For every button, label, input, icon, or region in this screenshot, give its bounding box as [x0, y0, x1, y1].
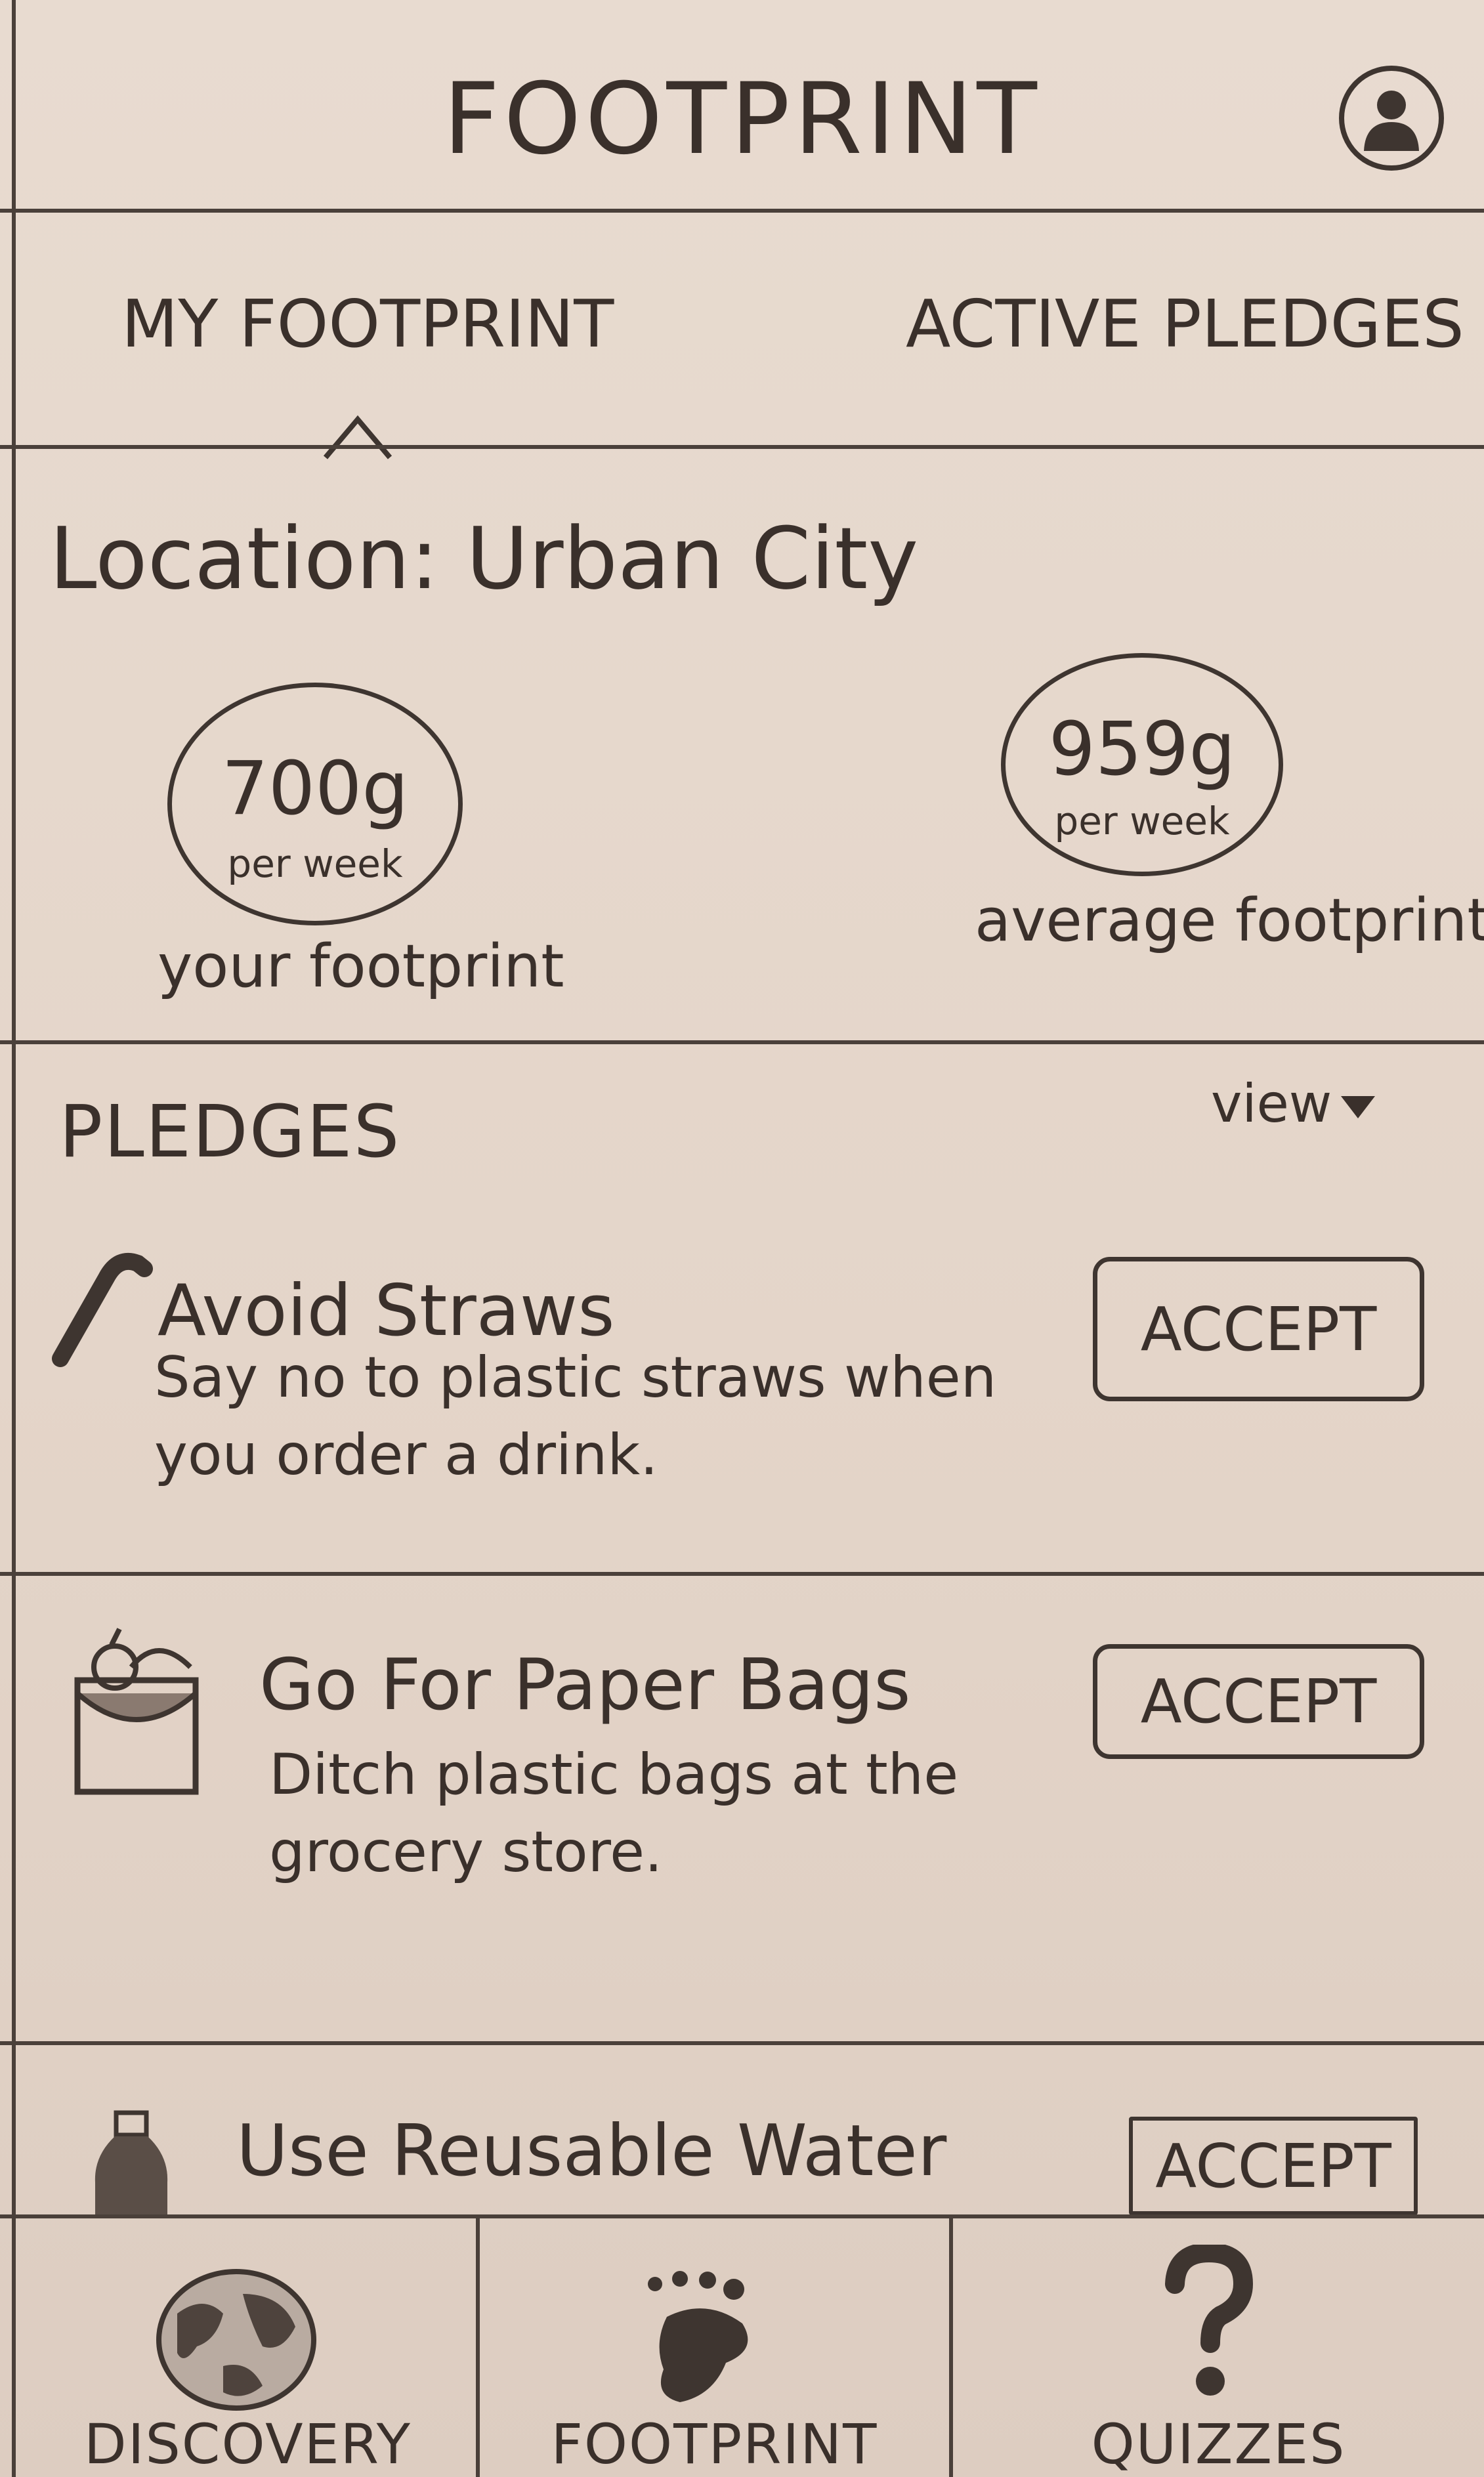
- straw-icon: [52, 1252, 153, 1367]
- active-tab-indicator-icon: [323, 415, 392, 459]
- pledges-heading: PLEDGES: [59, 1090, 401, 1174]
- accept-pledge-button[interactable]: ACCEPT: [1093, 1257, 1424, 1401]
- tabs-divider: [0, 445, 1484, 449]
- footprint-icon: [648, 2271, 748, 2402]
- pledge-title: Go For Paper Bags: [259, 1644, 911, 1726]
- pledge-title: Use Reusable Water: [236, 2110, 947, 2192]
- nav-label: FOOTPRINT: [551, 2412, 878, 2476]
- average-footprint-unit: per week: [1054, 799, 1230, 843]
- app-screen: FOOTPRINT MY FOOTPRINT ACTIVE PLEDGES Lo…: [0, 0, 1484, 2477]
- pledge-description: Say no to plastic straws when you order …: [154, 1345, 997, 1488]
- frame-border: [12, 0, 16, 2477]
- bottom-nav: DISCOVERY FOOTPRINT QUIZZES: [0, 2218, 1484, 2477]
- nav-discovery[interactable]: DISCOVERY: [20, 2218, 476, 2477]
- your-footprint-value: 700g: [221, 746, 409, 832]
- your-footprint-caption: your footprint: [158, 932, 564, 1001]
- water-bottle-icon: [95, 2110, 168, 2218]
- tab-my-footprint[interactable]: MY FOOTPRINT: [121, 286, 614, 362]
- view-dropdown-label: view: [1211, 1073, 1332, 1134]
- your-footprint-unit: per week: [227, 841, 403, 886]
- nav-separator: [949, 2218, 953, 2477]
- tab-active-pledges[interactable]: ACTIVE PLEDGES: [906, 286, 1464, 362]
- nav-footprint[interactable]: FOOTPRINT: [480, 2218, 949, 2477]
- grocery-bag-icon: [74, 1628, 199, 1795]
- average-footprint-value: 959g: [1048, 707, 1236, 792]
- nav-label: DISCOVERY: [84, 2412, 412, 2476]
- pledge-divider: [0, 2041, 1484, 2045]
- your-footprint-circle: 700g per week: [167, 683, 463, 925]
- average-footprint-circle: 959g per week: [1001, 653, 1283, 876]
- view-dropdown[interactable]: view: [1211, 1073, 1376, 1134]
- nav-label: QUIZZES: [1091, 2412, 1346, 2476]
- accept-pledge-button[interactable]: ACCEPT: [1093, 1644, 1424, 1759]
- pledge-description: Ditch plastic bags at the grocery store.: [269, 1742, 959, 1885]
- caret-down-icon: [1341, 1096, 1376, 1119]
- location-label: Location: Urban City: [49, 509, 919, 608]
- header-divider: [0, 209, 1484, 213]
- profile-avatar-button[interactable]: [1339, 66, 1444, 171]
- stats-divider: [0, 1040, 1484, 1044]
- question-mark-icon: [1165, 2245, 1254, 2396]
- accept-pledge-button[interactable]: ACCEPT: [1129, 2117, 1418, 2215]
- pledge-divider: [0, 1572, 1484, 1576]
- app-title: FOOTPRINT: [443, 62, 1041, 177]
- average-footprint-caption: average footprint: [975, 886, 1484, 955]
- globe-icon: [156, 2269, 316, 2411]
- user-icon: [1364, 91, 1419, 151]
- nav-quizzes[interactable]: QUIZZES: [953, 2218, 1484, 2477]
- nav-separator: [476, 2218, 480, 2477]
